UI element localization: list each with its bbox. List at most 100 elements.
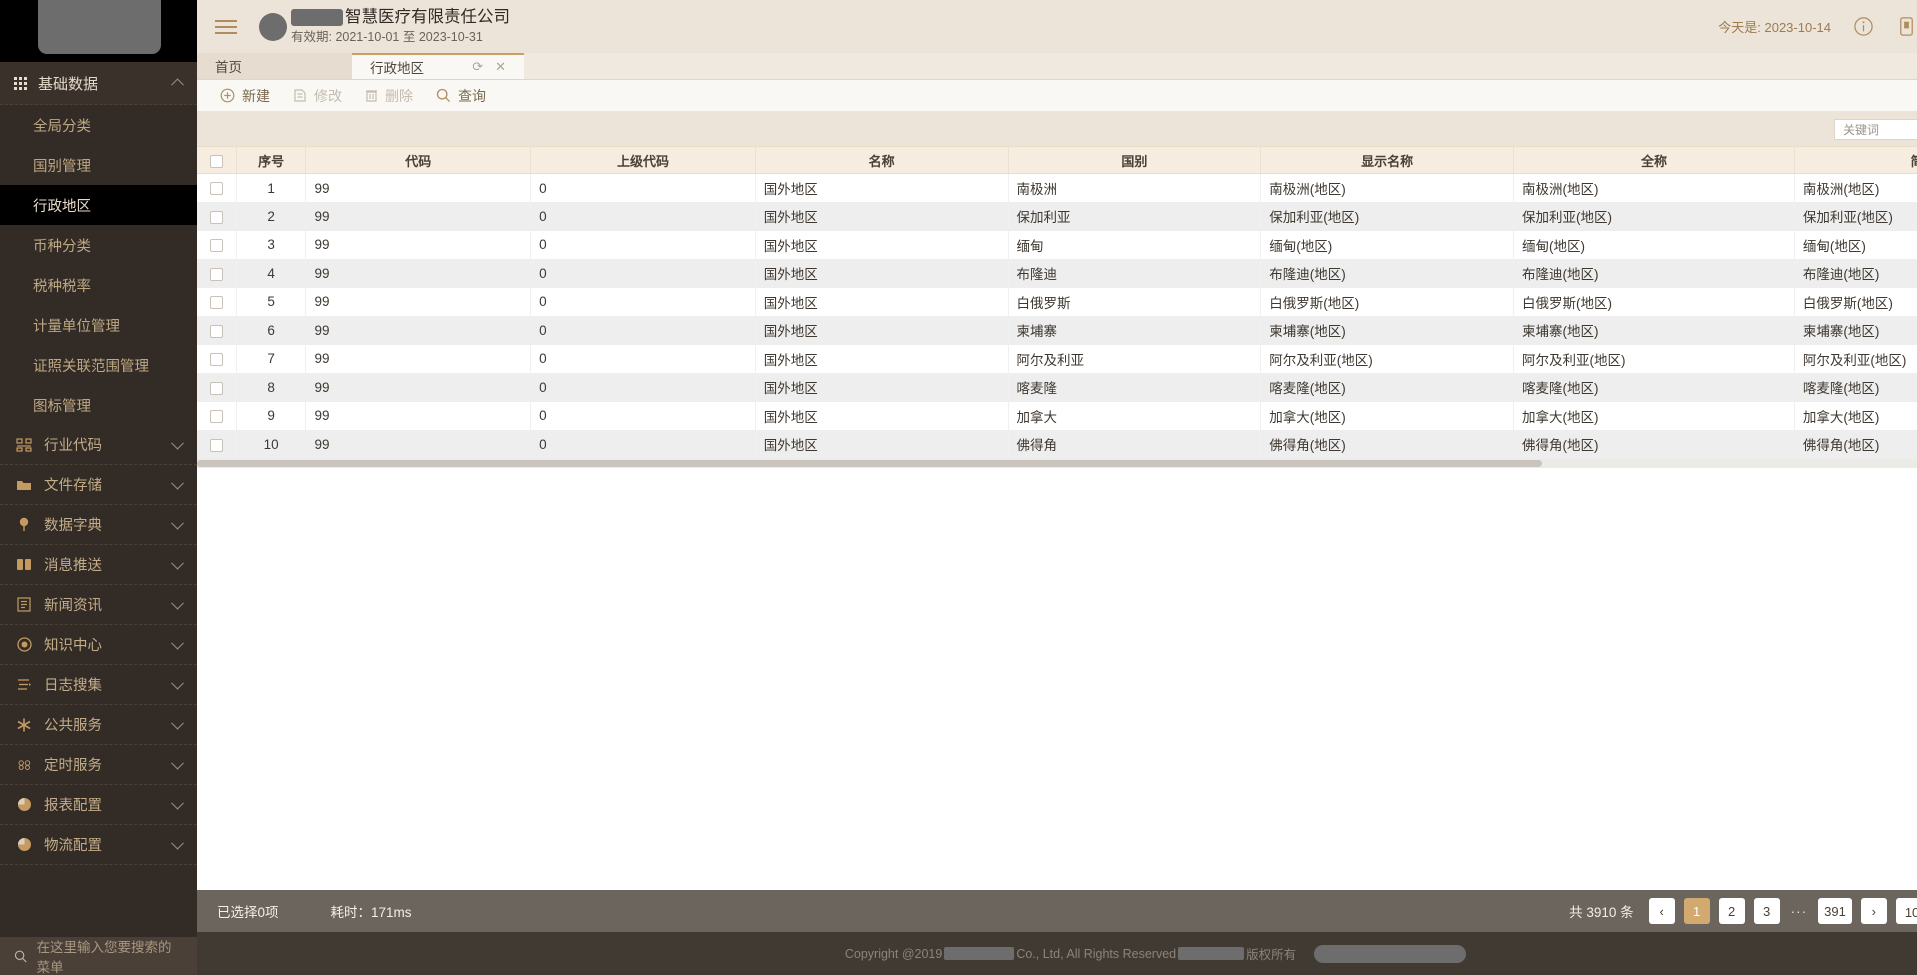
sidebar-item-currency-category[interactable]: 币种分类 (0, 225, 197, 265)
sidebar-menu-search[interactable]: 在这里输入您要搜索的菜单 (0, 937, 197, 975)
row-checkbox[interactable] (209, 210, 223, 224)
row-checkbox[interactable] (209, 381, 223, 395)
cell-parent-code: 0 (530, 259, 756, 288)
sidebar-item-icon-mgmt[interactable]: 图标管理 (0, 385, 197, 425)
page-button-3[interactable]: 3 (1753, 898, 1780, 924)
sidebar-item-knowledge-center[interactable]: 知识中心 (0, 625, 197, 665)
row-checkbox[interactable] (209, 438, 223, 452)
col-header-full-name[interactable]: 全称 (1513, 146, 1795, 174)
info-icon[interactable] (1853, 16, 1874, 37)
col-header-parent-code[interactable]: 上级代码 (530, 146, 756, 174)
row-checkbox[interactable] (209, 296, 223, 310)
col-header-name[interactable]: 名称 (755, 146, 1009, 174)
page-ellipsis[interactable]: ··· (1789, 904, 1810, 919)
cell-full-name: 柬埔寨(地区) (1513, 316, 1795, 345)
table-row[interactable]: 6 99 0 国外地区 柬埔寨 柬埔寨(地区) 柬埔寨(地区) 柬埔寨(地区) (197, 316, 1917, 345)
tab-admin-region[interactable]: 行政地区 ⟳ ✕ (352, 53, 524, 79)
table-row[interactable]: 7 99 0 国外地区 阿尔及利亚 阿尔及利亚(地区) 阿尔及利亚(地区) 阿尔及利亚(地区) (197, 344, 1917, 373)
col-header-short-name[interactable]: 简称 (1794, 146, 1917, 174)
table-row[interactable]: 3 99 0 国外地区 缅甸 缅甸(地区) 缅甸(地区) 缅甸(地区) (197, 230, 1917, 259)
chevron-down-icon (171, 716, 184, 730)
data-table-wrapper: 序号 代码 上级代码 名称 国别 显示名称 全称 简称 操作 1990国外地区南… (197, 146, 1917, 468)
sidebar-item-log-collect[interactable]: 日志搜集 (0, 665, 197, 705)
last-page-button[interactable]: 391 (1818, 898, 1852, 924)
sidebar-item-admin-region[interactable]: 行政地区 (0, 185, 197, 225)
pie-chart-icon (14, 797, 34, 812)
sidebar-item-public-service[interactable]: 公共服务 (0, 705, 197, 745)
cell-full-name: 布隆迪(地区) (1513, 259, 1795, 288)
edit-button[interactable]: 修改 (284, 83, 351, 109)
sidebar-item-license-scope-mgmt[interactable]: 证照关联范围管理 (0, 345, 197, 385)
table-row[interactable]: 1 99 0 国外地区 南极洲 南极洲(地区) 南极洲(地区) 南极洲(地区) (197, 173, 1917, 202)
sidebar-item-logistics-config[interactable]: 物流配置 (0, 825, 197, 865)
cell-code: 99 (305, 230, 532, 259)
book-icon (14, 558, 34, 571)
company-info: 智慧医疗有限责任公司 有效期: 2021-10-01 至 2023-10-31 (291, 7, 510, 45)
sidebar-item-news[interactable]: 新闻资讯 (0, 585, 197, 625)
sidebar-item-message-push[interactable]: 消息推送 (0, 545, 197, 585)
tab-home[interactable]: 首页 (197, 53, 352, 79)
keyword-input[interactable]: 关键词 (1834, 118, 1917, 140)
sidebar-item-industry-code[interactable]: 行业代码 (0, 425, 197, 465)
row-checkbox[interactable] (209, 267, 223, 281)
company-validity: 有效期: 2021-10-01 至 2023-10-31 (291, 30, 483, 44)
col-header-code[interactable]: 代码 (305, 146, 532, 174)
row-checkbox[interactable] (209, 239, 223, 253)
table-row[interactable]: 5 99 0 国外地区 白俄罗斯 白俄罗斯(地区) 白俄罗斯(地区) 白俄罗斯(地区) (197, 287, 1917, 316)
table-row[interactable]: 9 99 0 国外地区 加拿大 加拿大(地区) 加拿大(地区) 加拿大(地区) (197, 401, 1917, 430)
sidebar-group-basic-data[interactable]: 基础数据 (0, 62, 197, 105)
sidebar-item-data-dictionary[interactable]: 数据字典 (0, 505, 197, 545)
page-button-1[interactable]: 1 (1683, 898, 1710, 924)
cell-short-name: 缅甸(地区) (1794, 230, 1917, 259)
row-checkbox-cell (197, 373, 237, 402)
table-horizontal-scrollbar[interactable] (197, 458, 1917, 468)
table-row[interactable]: 10 99 0 国外地区 佛得角 佛得角(地区) 佛得角(地区) 佛得角(地区) (197, 430, 1917, 459)
table-row[interactable]: 4 99 0 国外地区 布隆迪 布隆迪(地区) 布隆迪(地区) 布隆迪(地区) (197, 259, 1917, 288)
status-bar: 已选择0项 耗时：171ms 共 3910 条 ‹ 1 2 3 ··· 391 … (197, 890, 1917, 932)
sidebar-item-label: 物流配置 (44, 838, 102, 854)
row-checkbox-cell (197, 287, 237, 316)
sidebar-item-unit-mgmt[interactable]: 计量单位管理 (0, 305, 197, 345)
sidebar-item-global-category[interactable]: 全局分类 (0, 105, 197, 145)
sidebar-item-tax-rate[interactable]: 税种税率 (0, 265, 197, 305)
sidebar-item-country-mgmt[interactable]: 国别管理 (0, 145, 197, 185)
col-header-country[interactable]: 国别 (1008, 146, 1262, 174)
cell-short-name: 阿尔及利亚(地区) (1794, 344, 1917, 373)
delete-button[interactable]: 删除 (356, 83, 422, 109)
menu-toggle-icon[interactable] (215, 19, 237, 34)
table-row[interactable]: 2 99 0 国外地区 保加利亚 保加利亚(地区) 保加利亚(地区) 保加利亚(地区) (197, 202, 1917, 231)
sidebar-item-file-storage[interactable]: 文件存储 (0, 465, 197, 505)
sidebar-item-scheduled-service[interactable]: 定时服务 (0, 745, 197, 785)
plus-circle-icon (220, 88, 235, 103)
row-checkbox-cell (197, 173, 237, 202)
row-checkbox[interactable] (209, 353, 223, 367)
search-button[interactable]: 查询 (427, 83, 495, 109)
copyright-left: Copyright @2019 (844, 946, 943, 961)
refresh-icon[interactable]: ⟳ (472, 59, 483, 75)
new-button[interactable]: 新建 (211, 83, 279, 109)
cell-parent-code: 0 (530, 344, 756, 373)
chevron-down-icon (171, 596, 184, 610)
page-size-select[interactable]: 10 条/页 (1895, 898, 1917, 924)
col-header-display-name[interactable]: 显示名称 (1260, 146, 1515, 174)
cell-parent-code: 0 (530, 373, 756, 402)
cell-code: 99 (305, 173, 532, 202)
row-checkbox[interactable] (209, 182, 223, 196)
table-row[interactable]: 8 99 0 国外地区 喀麦隆 喀麦隆(地区) 喀麦隆(地区) 喀麦隆(地区) (197, 373, 1917, 402)
industry-code-icon (14, 437, 34, 452)
prev-page-button[interactable]: ‹ (1648, 898, 1675, 924)
mobile-icon[interactable] (1896, 16, 1917, 37)
table-header-row: 序号 代码 上级代码 名称 国别 显示名称 全称 简称 操作 (197, 146, 1917, 174)
chevron-down-icon (171, 636, 184, 650)
row-checkbox[interactable] (209, 410, 223, 424)
cell-short-name: 加拿大(地区) (1794, 401, 1917, 430)
col-header-no[interactable]: 序号 (236, 146, 307, 174)
page-button-2[interactable]: 2 (1718, 898, 1745, 924)
cell-country: 缅甸 (1008, 230, 1262, 259)
next-page-button[interactable]: › (1860, 898, 1887, 924)
select-all-checkbox[interactable] (209, 154, 223, 168)
cell-code: 99 (305, 202, 532, 231)
row-checkbox[interactable] (209, 324, 223, 338)
sidebar-item-report-config[interactable]: 报表配置 (0, 785, 197, 825)
close-icon[interactable]: ✕ (495, 59, 506, 75)
